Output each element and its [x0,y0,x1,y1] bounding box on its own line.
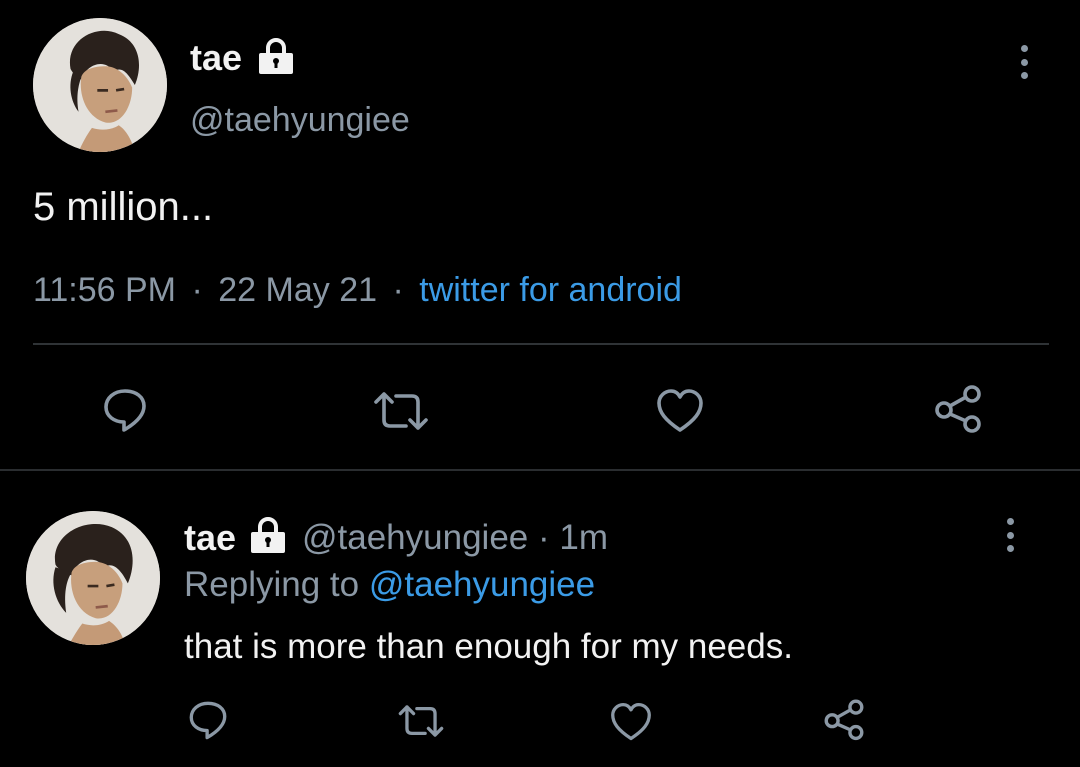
share-icon [824,699,864,741]
retweet-button[interactable] [372,388,430,434]
section-divider [0,469,1080,471]
share-icon [935,385,981,433]
reply-button[interactable] [186,698,230,742]
like-icon [657,389,703,432]
reply-handle-and-time[interactable]: @taehyungiee · 1m [302,518,608,558]
meta-separator-2: · [392,271,404,309]
profile-photo-icon [26,511,160,645]
like-button[interactable] [609,702,653,742]
replying-to-line: Replying to @taehyungiee [184,564,595,606]
main-tweet-text: 5 million... [33,185,214,229]
tweet-time: 11:56 PM [33,271,177,309]
lock-icon [248,515,288,555]
main-avatar[interactable] [33,18,167,152]
more-options-icon[interactable] [1019,45,1029,79]
tweet-date: 22 May 21 [218,271,378,309]
reply-button[interactable] [100,385,150,435]
main-handle[interactable]: @taehyungiee [190,100,410,140]
retweet-icon [374,392,428,430]
reply-display-name[interactable]: tae [184,518,236,558]
more-options-icon[interactable] [1005,518,1015,552]
main-tweet-meta: 11:56 PM · 22 May 21 · twitter for andro… [33,268,682,312]
reply-icon [104,389,146,432]
tweet-source-link[interactable]: twitter for android [419,271,682,309]
main-display-name[interactable]: tae [190,38,242,78]
replying-to-handle-link[interactable]: @taehyungiee [369,565,595,604]
retweet-button[interactable] [397,702,445,740]
reply-icon [189,701,227,740]
reply-tweet-text: that is more than enough for my needs. [184,627,793,666]
profile-photo-icon [33,18,167,152]
share-button[interactable] [932,382,984,434]
main-tweet-divider [33,343,1049,345]
lock-icon [256,36,296,76]
replying-prefix: Replying to [184,565,360,604]
meta-separator: · [191,271,203,309]
reply-avatar[interactable] [26,511,160,645]
share-button[interactable] [822,697,866,741]
retweet-icon [398,705,444,737]
like-icon [611,702,651,741]
like-button[interactable] [655,388,705,434]
